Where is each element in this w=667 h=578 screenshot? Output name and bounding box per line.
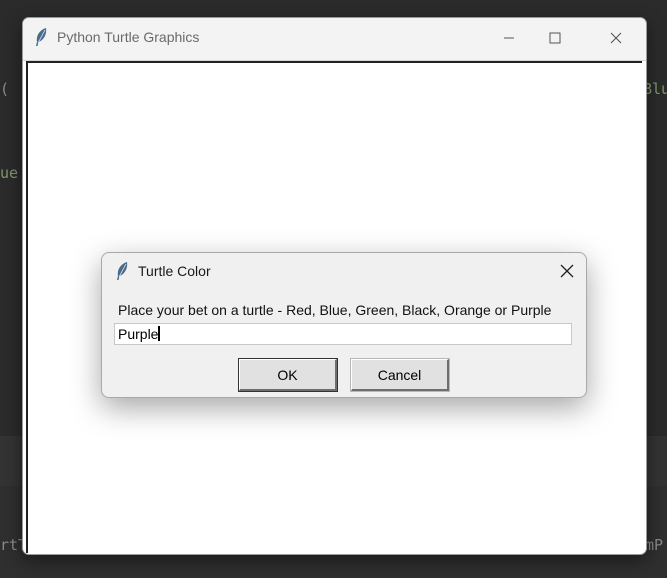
close-icon: [560, 264, 574, 278]
bet-input[interactable]: Purple: [114, 323, 572, 345]
minimize-button[interactable]: [486, 18, 532, 58]
editor-text-fragment: mP: [645, 536, 664, 554]
minimize-icon: [504, 37, 514, 39]
editor-text-fragment: (: [0, 80, 10, 98]
ok-button[interactable]: OK: [238, 358, 338, 392]
dialog-title: Turtle Color: [138, 263, 211, 279]
feather-icon: [115, 261, 129, 281]
text-caret: [158, 326, 161, 341]
editor-text-fragment: ue: [0, 164, 19, 182]
close-button[interactable]: [593, 18, 639, 58]
maximize-button[interactable]: [532, 18, 578, 58]
dialog-titlebar[interactable]: Turtle Color: [102, 253, 586, 289]
window-titlebar[interactable]: Python Turtle Graphics: [23, 18, 646, 61]
cancel-button[interactable]: Cancel: [350, 358, 450, 392]
maximize-icon: [549, 32, 561, 44]
feather-icon: [34, 27, 48, 47]
dialog-prompt: Place your bet on a turtle - Red, Blue, …: [118, 302, 552, 318]
dialog-close-button[interactable]: [548, 253, 586, 289]
bet-input-value: Purple: [118, 326, 159, 342]
close-icon: [610, 32, 622, 44]
turtle-color-dialog: Turtle Color Place your bet on a turtle …: [101, 252, 587, 398]
window-title: Python Turtle Graphics: [57, 29, 200, 45]
